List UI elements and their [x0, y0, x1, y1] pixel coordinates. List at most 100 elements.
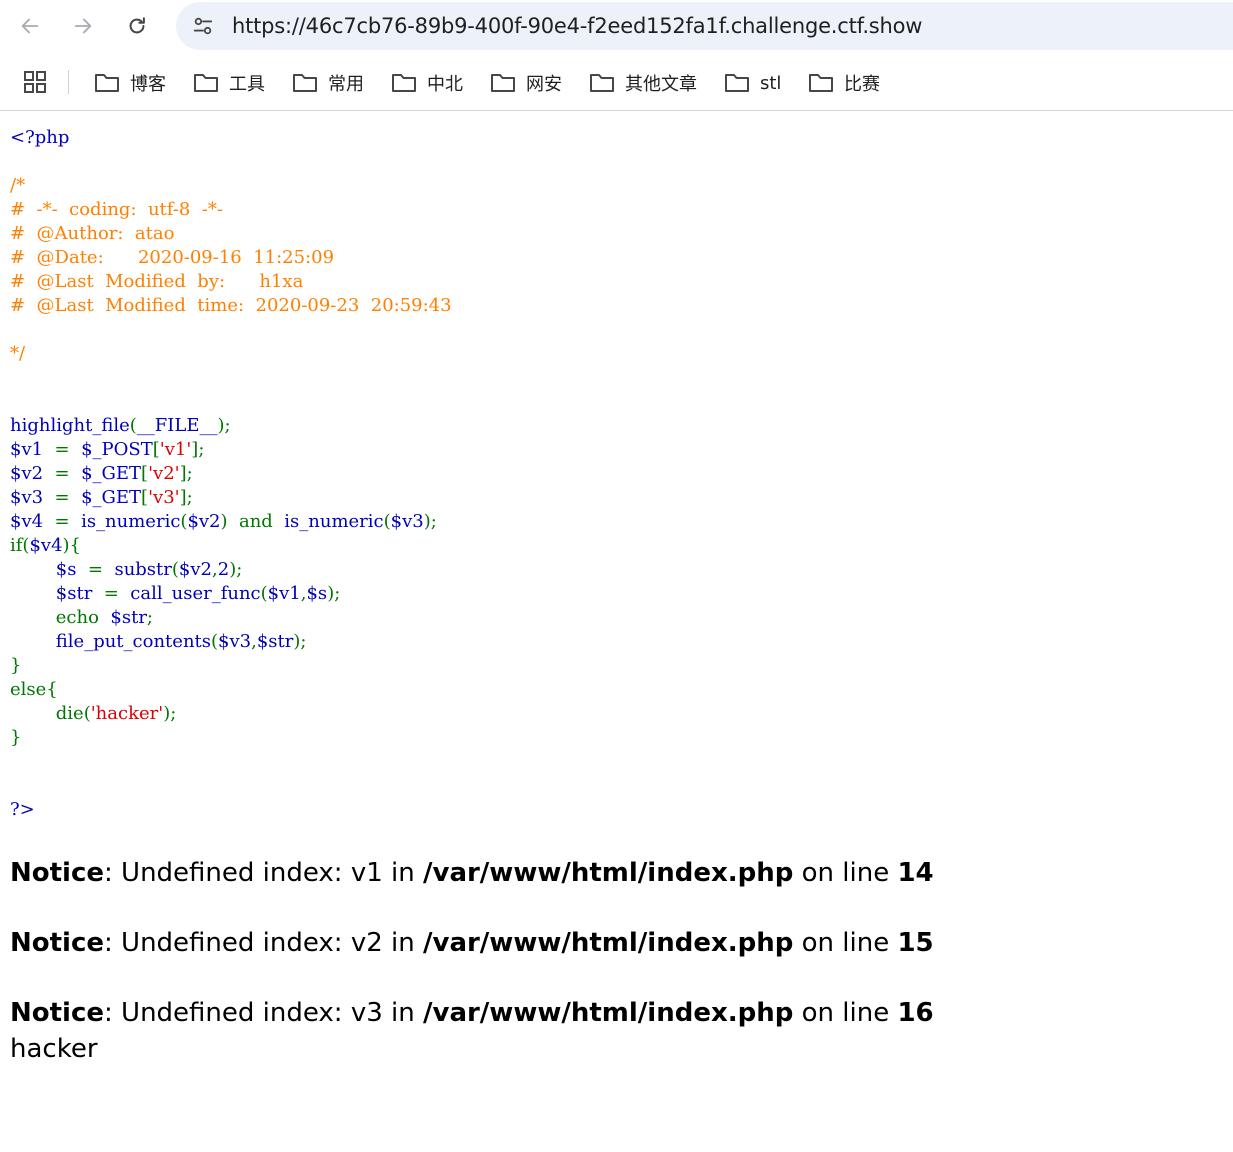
folder-icon	[809, 74, 833, 92]
notice-label: Notice	[10, 858, 105, 888]
bookmark-label[interactable]: stl	[760, 73, 781, 94]
apps-grid-icon[interactable]	[24, 71, 46, 93]
notice-on-line: on line	[793, 998, 898, 1028]
code-line: $str = call_user_func($v1,$s);	[10, 582, 452, 606]
bookmark-label[interactable]: 网安	[526, 70, 562, 96]
code-token: (	[171, 559, 179, 580]
forward-button[interactable]	[65, 8, 101, 44]
back-button[interactable]	[12, 8, 48, 44]
folder-icon	[590, 74, 614, 92]
tune-icon	[193, 17, 213, 35]
code-token: (	[211, 631, 219, 652]
bookmark-label[interactable]: 常用	[328, 70, 364, 96]
code-token: __FILE__	[136, 415, 218, 436]
code-token: ];	[191, 439, 205, 460]
bookmark-folder[interactable]: 工具	[193, 69, 265, 97]
code-line: else{	[10, 678, 452, 702]
code-token: =	[54, 463, 82, 484]
code-line: $v3 = $_GET['v3'];	[10, 486, 452, 510]
code-token: 'v1'	[159, 439, 192, 460]
code-token: die(	[10, 703, 91, 724]
bookmark-label[interactable]: 工具	[229, 70, 265, 96]
code-line: $s = substr($v2,2);	[10, 558, 452, 582]
bookmark-folder[interactable]: 比赛	[808, 69, 880, 97]
code-line: echo $str;	[10, 606, 452, 630]
code-token: $v3	[390, 511, 424, 532]
url-text[interactable]: https://46c7cb76-89b9-400f-90e4-f2eed152…	[232, 14, 922, 38]
code-line: # @Author: atao	[10, 222, 452, 246]
code-token: $str	[55, 583, 104, 604]
code-line: }	[10, 726, 452, 750]
code-token: $_GET	[81, 487, 142, 508]
code-token: # -*- coding: utf-8 -*-	[10, 199, 223, 220]
bookmarks-bar: 博客 工具 常用 中北 网安 其他文章 stl 比赛	[0, 56, 1233, 111]
notice-line-number: 16	[897, 998, 934, 1028]
notice-on-line: on line	[793, 858, 898, 888]
code-token: $s	[306, 583, 328, 604]
code-token: $v4	[29, 535, 63, 556]
bookmark-folder[interactable]: stl	[724, 69, 781, 97]
browser-toolbar: https://46c7cb76-89b9-400f-90e4-f2eed152…	[0, 0, 1233, 52]
code-token: is_numeric	[81, 511, 181, 532]
code-token: );	[217, 415, 231, 436]
notice-file: /var/www/html/index.php	[423, 858, 794, 888]
folder-icon	[194, 74, 218, 92]
bookmark-label[interactable]: 中北	[427, 70, 463, 96]
notice-line: Notice: Undefined index: v2 in /var/www/…	[10, 928, 934, 958]
code-token: $v2	[178, 559, 212, 580]
notice-line-number: 15	[897, 928, 934, 958]
bookmark-folder[interactable]: 其他文章	[589, 69, 697, 97]
code-token: $str	[110, 607, 147, 628]
notice-message: : Undefined index: v2 in	[104, 928, 423, 958]
site-settings-button[interactable]	[188, 11, 218, 41]
reload-icon	[129, 17, 145, 34]
code-token: $v2	[187, 511, 221, 532]
reload-button[interactable]	[119, 8, 155, 44]
address-bar[interactable]: https://46c7cb76-89b9-400f-90e4-f2eed152…	[176, 2, 1233, 50]
bookmark-label[interactable]: 博客	[130, 70, 166, 96]
code-token: 2	[217, 559, 230, 580]
code-token: }	[10, 727, 22, 748]
code-token: (	[260, 583, 268, 604]
bookmark-folder[interactable]: 博客	[94, 69, 166, 97]
code-token: file_put_contents	[55, 631, 212, 652]
bookmarks-separator	[68, 70, 69, 94]
code-token: =	[103, 583, 131, 604]
code-token: ){	[62, 535, 82, 556]
code-token: (	[383, 511, 391, 532]
bookmark-label[interactable]: 其他文章	[625, 70, 697, 96]
code-token: [	[152, 439, 160, 460]
code-token: highlight_file	[10, 415, 130, 436]
code-token: call_user_func	[130, 583, 261, 604]
code-token: 'v3'	[148, 487, 180, 508]
php-source-code: <?php /* # -*- coding: utf-8 -*- # @Author:…	[10, 126, 452, 822]
code-token: */	[10, 343, 26, 364]
bookmark-label[interactable]: 比赛	[844, 70, 880, 96]
notice-line-number: 14	[897, 858, 934, 888]
code-line: # @Last Modified by: h1xa	[10, 270, 452, 294]
code-line: ?>	[10, 798, 452, 822]
code-token: substr	[114, 559, 172, 580]
code-token: $v1	[267, 583, 301, 604]
code-line: $v1 = $_POST['v1'];	[10, 438, 452, 462]
code-line: }	[10, 654, 452, 678]
code-line: highlight_file(__FILE__);	[10, 414, 452, 438]
code-line: # -*- coding: utf-8 -*-	[10, 198, 452, 222]
bookmark-folder[interactable]: 中北	[391, 69, 463, 97]
code-token: $str	[256, 631, 294, 652]
code-line: <?php	[10, 126, 452, 150]
code-token: # @Author: atao	[10, 223, 175, 244]
code-token: (	[129, 415, 137, 436]
code-token: $v4	[10, 511, 55, 532]
notice-line: Notice: Undefined index: v3 in /var/www/…	[10, 998, 934, 1028]
notice-label: Notice	[10, 998, 105, 1028]
bookmark-folder[interactable]: 网安	[490, 69, 562, 97]
code-line: $v4 = is_numeric($v2) and is_numeric($v3…	[10, 510, 452, 534]
bookmark-folder[interactable]: 常用	[292, 69, 364, 97]
code-token: else{	[10, 679, 58, 700]
code-token: # @Last Modified time: 2020-09-23 20:59:…	[10, 295, 452, 316]
code-line: /*	[10, 174, 452, 198]
